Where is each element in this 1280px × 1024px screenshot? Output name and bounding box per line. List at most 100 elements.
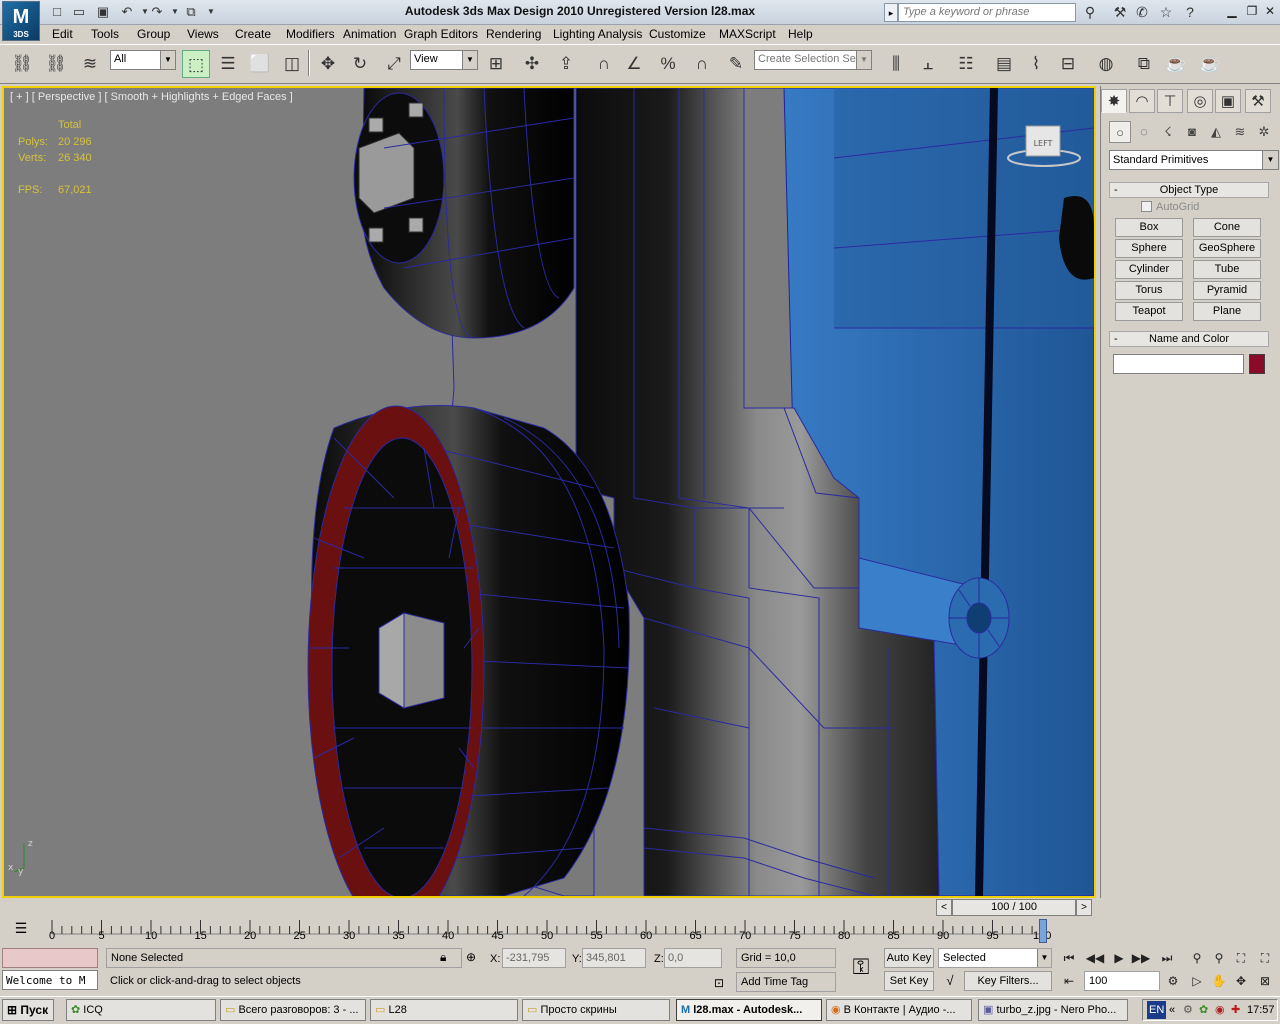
maxscript-output[interactable]: Welcome to M [2,970,98,990]
taskbar-item-screenshots-folder[interactable]: ▭ Просто скрины [522,999,670,1021]
current-frame-field[interactable]: 100 [1084,971,1160,991]
select-and-manipulate-icon[interactable]: ✣ [518,50,546,78]
mirror-icon[interactable]: ⫼ [882,50,910,78]
cylinder-button[interactable]: Cylinder [1115,260,1183,279]
menu-create[interactable]: Create [235,27,271,41]
menu-rendering[interactable]: Rendering [486,27,541,41]
utilities-tab-icon[interactable]: ⚒ [1245,89,1271,113]
default-tangents-icon[interactable]: √ [940,973,960,988]
schematic-view-icon[interactable]: ⊟ [1054,50,1082,78]
network-icon[interactable]: ⚙ [1183,1000,1193,1020]
previous-frame-arrow[interactable]: < [936,899,952,916]
viewport-label-menu[interactable]: [ + ] [ Perspective ] [ Smooth + Highlig… [10,91,293,103]
go-to-end-icon[interactable]: ⏭ [1156,948,1178,968]
menu-maxscript[interactable]: MAXScript [719,27,776,41]
object-color-swatch[interactable] [1249,354,1265,374]
go-to-start-icon[interactable]: ⏮ [1058,948,1080,968]
pivot-center-icon[interactable]: ⊞ [482,50,510,78]
rendered-frame-window-icon[interactable]: ☕ [1162,50,1190,78]
geometry-category-icon[interactable]: ○ [1109,121,1131,143]
box-button[interactable]: Box [1115,218,1183,237]
motion-tab-icon[interactable]: ◎ [1187,89,1213,113]
pan-view-icon[interactable]: ✋ [1208,971,1230,991]
antivirus-tray-icon[interactable]: ◉ [1215,1000,1225,1020]
geosphere-button[interactable]: GeoSphere [1193,239,1261,258]
cameras-category-icon[interactable]: ◙ [1181,121,1203,143]
select-and-link-icon[interactable]: ⛓ [8,50,36,78]
set-key-button[interactable]: Set Key [884,971,934,991]
tray-app-icon[interactable]: ✚ [1231,1000,1240,1020]
quick-access-dropdown-icon[interactable]: ▼ [202,3,220,21]
time-tag-icon[interactable]: ⊡ [714,976,730,990]
create-tab-icon[interactable]: ✸ [1101,89,1127,113]
taskbar-item-nero-photo[interactable]: ▣ turbo_z.jpg - Nero Pho... [978,999,1128,1021]
subscription-icon[interactable]: ⚒ [1110,2,1130,22]
restore-icon[interactable]: ❐ [1244,3,1260,19]
taskbar-item-icq[interactable]: ✿ ICQ [66,999,216,1021]
icq-tray-icon[interactable]: ✿ [1199,1000,1208,1020]
search-expand-icon[interactable]: ▸ [884,3,898,22]
name-and-color-rollout[interactable]: - Name and Color [1109,331,1269,347]
layer-manager-icon[interactable]: ☷ [952,50,980,78]
language-indicator[interactable]: EN [1147,1001,1167,1019]
window-crossing-icon[interactable]: ◫ [278,50,306,78]
communication-icon[interactable]: ✆ [1132,2,1152,22]
selection-filter-select[interactable]: All ▼ [110,50,176,70]
helpers-category-icon[interactable]: ◭ [1205,121,1227,143]
maximize-viewport-icon[interactable]: ⊠ [1254,971,1276,991]
zoom-extents-all-icon[interactable]: ⛶ [1254,948,1276,968]
taskbar-item-l28-folder[interactable]: ▭ L28 [370,999,518,1021]
select-and-move-icon[interactable]: ✥ [314,50,342,78]
material-editor-icon[interactable]: ◍ [1092,50,1120,78]
zoom-all-icon[interactable]: ⚲ [1208,948,1230,968]
minimize-icon[interactable]: ▁ [1224,3,1240,19]
quick-render-icon[interactable]: ☕ [1196,50,1224,78]
spinner-snap-icon[interactable]: ∩ [688,50,716,78]
previous-key-icon[interactable]: ◀◀ [1084,948,1106,968]
cone-button[interactable]: Cone [1193,218,1261,237]
graphite-modeling-icon[interactable]: ▤ [990,50,1018,78]
menu-tools[interactable]: Tools [91,27,119,41]
menu-edit[interactable]: Edit [52,27,73,41]
new-file-icon[interactable]: □ [48,3,66,21]
favorites-star-icon[interactable]: ☆ [1156,2,1176,22]
systems-category-icon[interactable]: ✲ [1253,121,1275,143]
bind-to-space-warp-icon[interactable]: ≋ [76,50,104,78]
project-folder-icon[interactable]: ⧉ [182,3,200,21]
selection-lock-icon[interactable]: 🔒︎ [440,950,454,965]
menu-customize[interactable]: Customize [649,27,706,41]
taskbar-item-3dsmax[interactable]: M l28.max - Autodesk... [676,999,822,1021]
menu-graph-editors[interactable]: Graph Editors [404,27,478,41]
application-logo-button[interactable]: M 3DS [2,1,40,41]
key-filters-button[interactable]: Key Filters... [964,971,1052,991]
align-icon[interactable]: ⫠ [914,50,942,78]
next-frame-arrow[interactable]: > [1076,899,1092,916]
field-of-view-icon[interactable]: ▷ [1186,971,1208,991]
plane-button[interactable]: Plane [1193,302,1261,321]
unlink-selection-icon[interactable]: ⛓ [42,50,70,78]
search-input[interactable]: Type a keyword or phrase [898,3,1076,22]
taskbar-item-browser[interactable]: ◉ В Контакте | Аудио -... [826,999,972,1021]
tube-button[interactable]: Tube [1193,260,1261,279]
track-bar[interactable] [0,918,1060,946]
menu-modifiers[interactable]: Modifiers [286,27,335,41]
start-button[interactable]: ⊞ Пуск [2,999,54,1021]
select-object-icon[interactable]: ⬚ [182,50,210,78]
display-tab-icon[interactable]: ▣ [1215,89,1241,113]
auto-key-button[interactable]: Auto Key [884,948,934,968]
modify-tab-icon[interactable]: ◠ [1129,89,1155,113]
pyramid-button[interactable]: Pyramid [1193,281,1261,300]
select-by-name-icon[interactable]: ☰ [214,50,242,78]
close-icon[interactable]: ✕ [1262,3,1278,19]
time-configuration-icon[interactable]: ⚙ [1162,971,1184,991]
open-file-icon[interactable]: ▭ [70,3,88,21]
rectangular-selection-icon[interactable]: ⬜ [246,50,274,78]
undo-icon[interactable]: ↶ [118,3,136,21]
object-type-rollout[interactable]: - Object Type [1109,182,1269,198]
tray-expand-icon[interactable]: « [1169,1000,1175,1020]
render-setup-icon[interactable]: ⧉ [1130,50,1158,78]
y-coordinate-field[interactable]: 345,801 [582,948,646,968]
select-and-rotate-icon[interactable]: ↻ [346,50,374,78]
snaps-toggle-icon[interactable]: ∩ [590,50,618,78]
next-key-icon[interactable]: ▶▶ [1130,948,1152,968]
